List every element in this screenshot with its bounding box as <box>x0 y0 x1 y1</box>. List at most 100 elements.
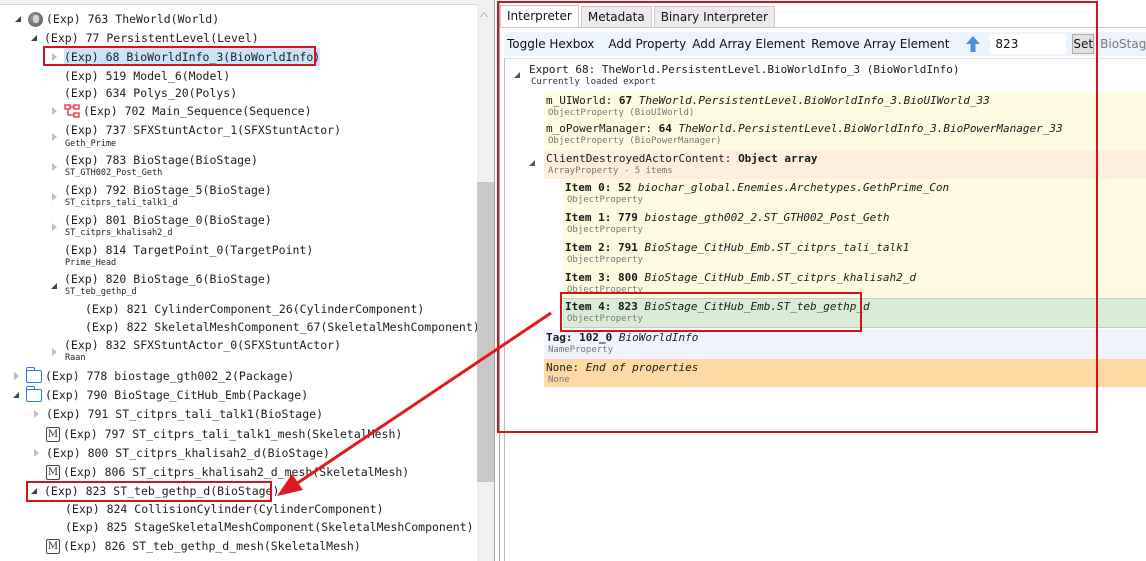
tree-node-label: (Exp) 763 TheWorld(World) <box>46 12 220 26</box>
tree-node-persistentlevel[interactable]: (Exp) 77 PersistentLevel(Level) <box>30 29 259 47</box>
tree-node-polys[interactable]: (Exp) 634 Polys_20(Polys) <box>50 84 237 102</box>
arrow-up-icon[interactable] <box>962 35 984 53</box>
item-ref: BioStage_CitHub_Emb.ST_citprs_tali_talk1 <box>644 241 910 254</box>
item-ref: BioStage_CitHub_Emb.ST_citprs_khalisah2_… <box>644 271 917 284</box>
tree-node-package-gth002[interactable]: (Exp) 778 biostage_gth002_2(Package) <box>12 367 294 385</box>
sequence-icon <box>64 104 80 118</box>
expand-toggle[interactable] <box>32 448 42 458</box>
scrollbar-thumb[interactable] <box>477 182 494 482</box>
mesh-icon: M <box>46 464 60 480</box>
tab-metadata[interactable]: Metadata <box>580 6 652 28</box>
expand-toggle[interactable] <box>14 14 24 24</box>
tree-node-sublabel: Geth_Prime <box>65 139 117 149</box>
property-row-none[interactable]: None: End of properties None <box>544 359 1146 387</box>
tree-node-label: (Exp) 519 Model_6(Model) <box>64 69 231 83</box>
tree-node-label: (Exp) 806 ST_citprs_khalisah2_d_mesh(Ske… <box>63 465 410 479</box>
export-header: Export 68: TheWorld.PersistentLevel.BioW… <box>529 63 960 76</box>
property-row-m-opowermanager[interactable]: m_oPowerManager: 64 TheWorld.PersistentL… <box>544 120 1146 150</box>
expand-toggle[interactable] <box>30 33 40 43</box>
property-tree[interactable]: Export 68: TheWorld.PersistentLevel.BioW… <box>504 58 1146 561</box>
item-value: 800 <box>617 271 638 284</box>
tree-node-sfxstuntactor-1[interactable]: (Exp) 737 SFXStuntActor_1(SFXStuntActor) <box>50 121 341 142</box>
export-header-row[interactable]: Export 68: TheWorld.PersistentLevel.BioW… <box>529 63 959 88</box>
tree-node-label: (Exp) 702 Main_Sequence(Sequence) <box>83 104 312 118</box>
tree-node-label: (Exp) 792 BioStage_5(BioStage) <box>64 183 272 197</box>
array-item-2[interactable]: Item 2: 791 BioStage_CitHub_Emb.ST_citpr… <box>563 239 1146 269</box>
tree-node-tali-talk1[interactable]: (Exp) 791 ST_citprs_tali_talk1(BioStage) <box>32 405 323 423</box>
expand-toggle[interactable] <box>50 281 60 291</box>
folder-icon <box>25 386 42 402</box>
item-type: ObjectProperty <box>567 255 643 265</box>
tree-node-label: (Exp) 832 SFXStuntActor_0(SFXStuntActor) <box>64 338 341 352</box>
expand-toggle[interactable] <box>32 409 42 419</box>
tree-node-model[interactable]: (Exp) 519 Model_6(Model) <box>50 67 230 85</box>
item-type: ObjectProperty <box>567 195 643 205</box>
property-type: ObjectProperty (BioPowerManager) <box>548 136 722 146</box>
tree-node-biostage-0[interactable]: (Exp) 801 BioStage_0(BioStage) <box>50 211 272 232</box>
tree-node-bioworldinfo-selected[interactable]: (Exp) 68 BioWorldInfo_3(BioWorldInfo) <box>50 48 321 66</box>
property-ref: End of properties <box>585 361 699 374</box>
tree-node-khalisah2[interactable]: (Exp) 800 ST_citprs_khalisah2_d(BioStage… <box>32 444 330 462</box>
tree-node-tali-talk1-mesh[interactable]: M (Exp) 797 ST_citprs_tali_talk1_mesh(Sk… <box>46 425 402 443</box>
add-array-element-button[interactable]: Add Array Element <box>689 37 808 51</box>
collapse-toggle[interactable] <box>529 160 535 166</box>
tree-node-biostage[interactable]: (Exp) 783 BioStage(BioStage) <box>50 151 258 172</box>
property-type: ObjectProperty (BioUIWorld) <box>548 108 695 118</box>
remove-array-element-button[interactable]: Remove Array Element <box>808 37 952 51</box>
property-name: Tag: <box>546 331 573 344</box>
scroll-up-icon[interactable] <box>480 12 488 17</box>
tree-node-label: (Exp) 821 CylinderComponent_26(CylinderC… <box>85 302 425 316</box>
tab-interpreter[interactable]: Interpreter <box>500 5 579 28</box>
array-item-4-selected[interactable]: Item 4: 823 BioStage_CitHub_Emb.ST_teb_g… <box>563 298 1146 328</box>
tree-node-khalisah2-mesh[interactable]: M (Exp) 806 ST_citprs_khalisah2_d_mesh(S… <box>46 463 409 481</box>
item-type: ObjectProperty <box>567 225 643 235</box>
tree-node-label: (Exp) 823 ST_teb_gethp_d(BioStage) <box>44 484 280 498</box>
expand-toggle[interactable] <box>50 52 60 62</box>
expand-toggle[interactable] <box>12 390 22 400</box>
tree-node-sfxstuntactor-0[interactable]: (Exp) 832 SFXStuntActor_0(SFXStuntActor) <box>50 336 341 357</box>
tree-node-sublabel: Raan <box>65 353 86 363</box>
collapse-toggle[interactable] <box>514 72 520 78</box>
expand-toggle[interactable] <box>50 222 60 232</box>
tree-node-stageskeletalmesh[interactable]: (Exp) 825 StageSkeletalMeshComponent(Ske… <box>51 518 474 536</box>
tree-node-theworld[interactable]: (Exp) 763 TheWorld(World) <box>14 10 219 28</box>
value-input[interactable] <box>990 34 1067 54</box>
tree-node-targetpoint[interactable]: (Exp) 814 TargetPoint_0(TargetPoint) <box>50 241 313 259</box>
array-item-1[interactable]: Item 1: 779 biostage_gth002_2.ST_GTH002_… <box>563 209 1146 239</box>
tree-node-collisioncylinder[interactable]: (Exp) 824 CollisionCylinder(CylinderComp… <box>51 500 384 518</box>
property-row-m-uiworld[interactable]: m_UIWorld: 67 TheWorld.PersistentLevel.B… <box>544 92 1146 120</box>
add-property-button[interactable]: Add Property <box>605 37 689 51</box>
item-ref: biochar_global.Enemies.Archetypes.GethPr… <box>637 181 950 194</box>
package-tree[interactable]: (Exp) 763 TheWorld(World) (Exp) 77 Persi… <box>0 0 477 561</box>
toggle-hexbox-button[interactable]: Toggle Hexbox <box>504 37 597 51</box>
array-item-3[interactable]: Item 3: 800 BioStage_CitHub_Emb.ST_citpr… <box>563 269 1146 298</box>
tree-node-label: (Exp) 822 SkeletalMeshComponent_67(Skele… <box>85 320 477 334</box>
property-value: 67 <box>618 94 633 107</box>
set-button[interactable]: Set <box>1072 34 1095 54</box>
expand-toggle[interactable] <box>50 162 60 172</box>
tree-node-cylindercomponent[interactable]: (Exp) 821 CylinderComponent_26(CylinderC… <box>71 300 424 318</box>
tree-node-teb-gethp[interactable]: (Exp) 823 ST_teb_gethp_d(BioStage) <box>30 482 279 500</box>
tree-node-biostage-5[interactable]: (Exp) 792 BioStage_5(BioStage) <box>50 181 272 202</box>
expand-toggle[interactable] <box>50 192 60 202</box>
tree-node-label: (Exp) 790 BioStage_CitHub_Emb(Package) <box>45 388 309 402</box>
tree-node-sublabel: ST_teb_gethp_d <box>65 287 137 297</box>
property-row-tag[interactable]: Tag: 102_0 BioWorldInfo NameProperty <box>544 329 1146 359</box>
tree-node-skeletalmeshcomponent[interactable]: (Exp) 822 SkeletalMeshComponent_67(Skele… <box>71 318 477 336</box>
tree-node-label: (Exp) 737 SFXStuntActor_1(SFXStuntActor) <box>64 123 341 137</box>
expand-toggle[interactable] <box>12 371 22 381</box>
property-row-client-destroyed-actor-content[interactable]: ClientDestroyedActorContent: Object arra… <box>544 150 1146 179</box>
tree-node-biostage-6[interactable]: (Exp) 820 BioStage_6(BioStage) <box>50 270 272 291</box>
expand-toggle[interactable] <box>50 347 60 357</box>
array-item-0[interactable]: Item 0: 52 biochar_global.Enemies.Archet… <box>563 179 1146 209</box>
expand-toggle[interactable] <box>30 486 40 496</box>
expand-toggle[interactable] <box>50 132 60 142</box>
tree-node-package-cithub[interactable]: (Exp) 790 BioStage_CitHub_Emb(Package) <box>12 386 308 404</box>
tab-binary-interpreter[interactable]: Binary Interpreter <box>653 6 775 28</box>
tree-node-teb-gethp-mesh[interactable]: M (Exp) 826 ST_teb_gethp_d_mesh(Skeletal… <box>46 537 361 555</box>
tab-strip: Interpreter Metadata Binary Interpreter <box>500 5 777 28</box>
item-value: 52 <box>617 181 632 194</box>
expand-toggle[interactable] <box>50 106 60 116</box>
tree-scrollbar[interactable] <box>477 0 494 561</box>
tree-node-main-sequence[interactable]: (Exp) 702 Main_Sequence(Sequence) <box>50 102 312 120</box>
